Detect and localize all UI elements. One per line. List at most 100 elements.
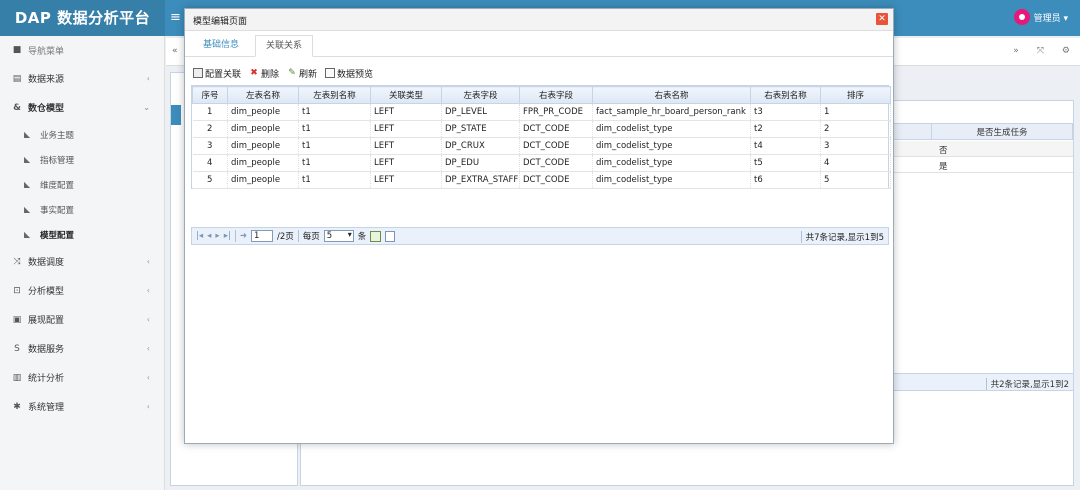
tag-icon: ◣ [24, 130, 31, 139]
table-cell: 3 [192, 137, 228, 155]
table-cell: t1 [298, 120, 371, 138]
per-page-select[interactable]: 5 [323, 230, 354, 242]
sidebar-item-label: 数据调度 [28, 258, 65, 268]
table-cell: DP_CRUX [441, 137, 520, 155]
data-preview-button[interactable]: 数据预览 [325, 67, 373, 80]
column-header[interactable]: 右表字段 [519, 86, 593, 104]
sidebar-item-label: 分析模型 [28, 287, 65, 297]
table-row[interactable]: 5 dim_people t1 LEFT DP_EXTRA_STAFF DCT_… [192, 171, 891, 189]
export-excel-icon[interactable] [370, 230, 382, 242]
sidebar-item-analysis-model[interactable]: ⊡ 分析模型 ‹ [0, 276, 164, 305]
table-row[interactable]: 否 [875, 141, 1073, 157]
table-cell: dim_people [227, 171, 299, 189]
sidebar-subitem-fact[interactable]: ◣ 事实配置 [0, 197, 164, 222]
sidebar-item-data-service[interactable]: S 数据服务 ‹ [0, 334, 164, 363]
sidebar-item-statistics[interactable]: ▥ 统计分析 ‹ [0, 363, 164, 392]
tab-basic-info[interactable]: 基础信息 [193, 35, 249, 57]
sidebar-subitem-dimension[interactable]: ◣ 维度配置 [0, 172, 164, 197]
sidebar-item-scheduling[interactable]: ⤨ 数据调度 ‹ [0, 247, 164, 276]
sidebar-item-display-config[interactable]: ▣ 展现配置 ‹ [0, 305, 164, 334]
button-label: 删除 [261, 69, 280, 80]
table-cell: LEFT [370, 103, 442, 121]
refresh-button[interactable]: ✎ 刷新 [287, 67, 317, 80]
user-menu[interactable]: 管理员 ▾ [1013, 9, 1068, 25]
table-header-row: 序号 左表名称 左表别名称 关联类型 左表字段 右表字段 右表名称 右表别名称 … [192, 86, 891, 104]
table-cell: 是 [939, 162, 948, 172]
pager-controls: |◂ ◂ ▸ ▸| ➜ 1 /2页 每页 5 条 [196, 230, 396, 242]
sidebar-item-system[interactable]: ✱ 系统管理 ‹ [0, 392, 164, 421]
chevron-down-icon: ⌄ [143, 103, 150, 112]
chevron-left-icon: ‹ [146, 373, 150, 382]
close-icon[interactable]: ✕ [876, 13, 888, 25]
sidebar-item-data-source[interactable]: ▤ 数据来源 ‹ [0, 64, 164, 93]
delete-button[interactable]: ✖ 删除 [249, 67, 279, 80]
table-cell: LEFT [370, 171, 442, 189]
sidebar-item-label: 展现配置 [28, 316, 65, 326]
tab-bar-tools: » ⤧ ⚙ [1013, 46, 1070, 56]
column-header[interactable]: 左表别名称 [298, 86, 371, 104]
table-row[interactable]: 2 dim_people t1 LEFT DP_STATE DCT_CODE d… [192, 120, 891, 138]
go-page-icon[interactable]: ➜ [240, 231, 247, 241]
tab-scroll-left-icon[interactable]: « [172, 46, 178, 56]
table-cell: 2 [192, 120, 228, 138]
sidebar-subitem-label: 事实配置 [40, 205, 75, 216]
column-header[interactable]: 右表名称 [592, 86, 751, 104]
sidebar-item-warehouse-model[interactable]: & 数仓模型 ⌄ [0, 93, 164, 122]
table-cell: 1 [192, 103, 228, 121]
first-page-icon[interactable]: |◂ [196, 231, 203, 241]
chevron-left-icon: ‹ [146, 402, 150, 411]
table-cell: DP_EXTRA_STAFF [441, 171, 520, 189]
page-number-input[interactable]: 1 [250, 230, 273, 242]
column-header[interactable]: 排序 [820, 86, 891, 104]
grid-icon: ■ [12, 45, 22, 55]
grid-toolbar: 配置关联 ✖ 删除 ✎ 刷新 数据预览 [193, 65, 373, 81]
background-grid-header: 是否生成任务 [875, 123, 1073, 140]
chevron-left-icon: ‹ [146, 286, 150, 295]
table-cell: DCT_CODE [519, 120, 593, 138]
tag-icon: ◣ [24, 205, 31, 214]
table-cell: dim_codelist_type [592, 171, 751, 189]
table-icon [193, 68, 203, 78]
next-page-icon[interactable]: ▸ [215, 231, 219, 241]
bar-chart-icon: ▥ [12, 372, 22, 383]
table-cell: 5 [192, 171, 228, 189]
settings-icon[interactable]: ⚙ [1062, 46, 1070, 56]
table-row[interactable]: 4 dim_people t1 LEFT DP_EDU DCT_CODE dim… [192, 154, 891, 172]
prev-page-icon[interactable]: ◂ [207, 231, 211, 241]
panel-accent [171, 105, 181, 125]
table-cell: dim_codelist_type [592, 120, 751, 138]
table-cell: 5 [820, 171, 891, 189]
table-row[interactable]: 是 [875, 157, 1073, 173]
database-icon: ▤ [12, 73, 22, 84]
export-document-icon[interactable] [385, 230, 396, 242]
fullscreen-icon[interactable]: ⤧ [1037, 46, 1044, 56]
sidebar-subitem-business-topic[interactable]: ◣ 业务主题 [0, 122, 164, 147]
sidebar-subitem-label: 指标管理 [40, 155, 75, 166]
per-page-unit: 条 [357, 232, 367, 242]
tab-relations[interactable]: 关联关系 [255, 35, 314, 57]
tag-icon: ◣ [24, 155, 31, 164]
chevron-left-icon: ‹ [146, 257, 150, 266]
table-cell: LEFT [370, 154, 442, 172]
total-pages-label: /2页 [276, 232, 294, 242]
user-avatar-icon [1013, 9, 1030, 25]
table-row[interactable]: 3 dim_people t1 LEFT DP_CRUX DCT_CODE di… [192, 137, 891, 155]
column-header[interactable]: 左表名称 [227, 86, 299, 104]
tag-icon: ◣ [24, 230, 31, 239]
tab-scroll-right-icon[interactable]: » [1013, 46, 1019, 56]
column-header[interactable]: 左表字段 [441, 86, 520, 104]
gear-icon: ✱ [13, 401, 21, 412]
config-relation-button[interactable]: 配置关联 [193, 67, 241, 80]
table-row[interactable]: 1 dim_people t1 LEFT DP_LEVEL FPR_PR_COD… [192, 103, 891, 121]
table-cell: 4 [820, 154, 891, 172]
table-cell: t5 [750, 154, 821, 172]
sidebar-subitem-indicator[interactable]: ◣ 指标管理 [0, 147, 164, 172]
table-cell: fact_sample_hr_board_person_rank [592, 103, 751, 121]
menu-toggle-icon[interactable]: ≡ [170, 10, 181, 25]
column-header[interactable]: 右表别名称 [750, 86, 821, 104]
column-header[interactable]: 序号 [192, 86, 228, 104]
sidebar-subitem-model-config[interactable]: ◣ 模型配置 [0, 222, 164, 247]
column-header[interactable]: 关联类型 [370, 86, 442, 104]
last-page-icon[interactable]: ▸| [224, 231, 231, 241]
sidebar-subitem-label: 维度配置 [40, 180, 75, 191]
